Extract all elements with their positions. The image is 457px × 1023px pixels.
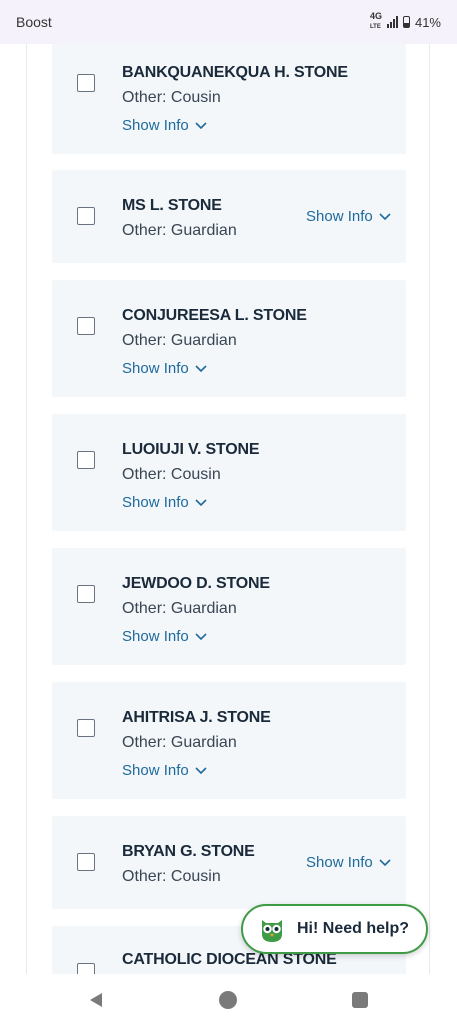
contact-name: LUOIUJI V. STONE [122, 441, 260, 458]
contact-card: MS L. STONE Other: Guardian Show Info [52, 170, 406, 263]
contact-checkbox[interactable] [77, 853, 95, 871]
show-info-link[interactable]: Show Info [306, 854, 391, 871]
show-info-link[interactable]: Show Info [122, 628, 207, 645]
contact-checkbox[interactable] [77, 451, 95, 469]
back-icon[interactable] [88, 992, 104, 1008]
chevron-down-icon [195, 632, 207, 640]
contact-checkbox[interactable] [77, 207, 95, 225]
show-info-link[interactable]: Show Info [122, 360, 207, 377]
carrier-label: Boost [16, 14, 52, 30]
show-info-label: Show Info [122, 494, 189, 511]
contact-card: JEWDOO D. STONE Other: Guardian Show Inf… [52, 548, 406, 665]
need-help-button[interactable]: Hi! Need help? [241, 904, 428, 954]
show-info-label: Show Info [122, 117, 189, 134]
chevron-down-icon [379, 212, 391, 220]
show-info-label: Show Info [122, 360, 189, 377]
contact-name: BRYAN G. STONE [122, 843, 255, 860]
show-info-link[interactable]: Show Info [122, 762, 207, 779]
system-nav-bar [0, 974, 457, 1023]
contact-checkbox[interactable] [77, 585, 95, 603]
need-help-label: Hi! Need help? [297, 920, 410, 937]
network-4g-icon: 4G LTE [370, 12, 382, 32]
chevron-down-icon [195, 121, 207, 129]
show-info-link[interactable]: Show Info [306, 208, 391, 225]
contact-relation: Other: Cousin [122, 89, 221, 106]
contact-card: BRYAN G. STONE Other: Cousin Show Info [52, 816, 406, 909]
chevron-down-icon [379, 858, 391, 866]
battery-percent: 41% [414, 14, 441, 30]
recent-apps-icon[interactable] [352, 992, 368, 1008]
contact-name: CONJUREESA L. STONE [122, 307, 307, 324]
contact-relation: Other: Guardian [122, 332, 237, 349]
chevron-down-icon [195, 364, 207, 372]
contact-card: BANKQUANEKQUA H. STONE Other: Cousin Sho… [52, 44, 406, 154]
contact-relation: Other: Cousin [122, 868, 221, 885]
signal-icon [386, 16, 398, 28]
contact-card: AHITRISA J. STONE Other: Guardian Show I… [52, 682, 406, 799]
contact-name: AHITRISA J. STONE [122, 709, 271, 726]
status-icons: 4G LTE 41% [370, 12, 441, 32]
contact-checkbox[interactable] [77, 74, 95, 92]
battery-icon [402, 16, 410, 28]
contact-relation: Other: Guardian [122, 734, 237, 751]
contact-name: BANKQUANEKQUA H. STONE [122, 64, 348, 81]
chevron-down-icon [195, 498, 207, 506]
show-info-label: Show Info [306, 854, 373, 871]
show-info-label: Show Info [122, 762, 189, 779]
contact-checkbox[interactable] [77, 963, 95, 974]
status-bar: Boost 4G LTE 41% [0, 0, 457, 44]
contact-name: MS L. STONE [122, 197, 222, 214]
contacts-list: BANKQUANEKQUA H. STONE Other: Cousin Sho… [26, 44, 430, 974]
contact-checkbox[interactable] [77, 719, 95, 737]
contact-relation: Other: Guardian [122, 222, 237, 239]
network-sub: LTE [369, 24, 381, 30]
contact-card: CONJUREESA L. STONE Other: Guardian Show… [52, 280, 406, 397]
owl-mascot-icon [262, 920, 282, 942]
home-icon[interactable] [219, 991, 237, 1009]
network-type: 4G [369, 11, 382, 21]
chevron-down-icon [195, 766, 207, 774]
show-info-label: Show Info [122, 628, 189, 645]
contact-name: JEWDOO D. STONE [122, 575, 270, 592]
contact-card: LUOIUJI V. STONE Other: Cousin Show Info [52, 414, 406, 531]
show-info-link[interactable]: Show Info [122, 117, 207, 134]
contact-relation: Other: Cousin [122, 466, 221, 483]
contact-checkbox[interactable] [77, 317, 95, 335]
show-info-link[interactable]: Show Info [122, 494, 207, 511]
show-info-label: Show Info [306, 208, 373, 225]
contact-relation: Other: Guardian [122, 600, 237, 617]
